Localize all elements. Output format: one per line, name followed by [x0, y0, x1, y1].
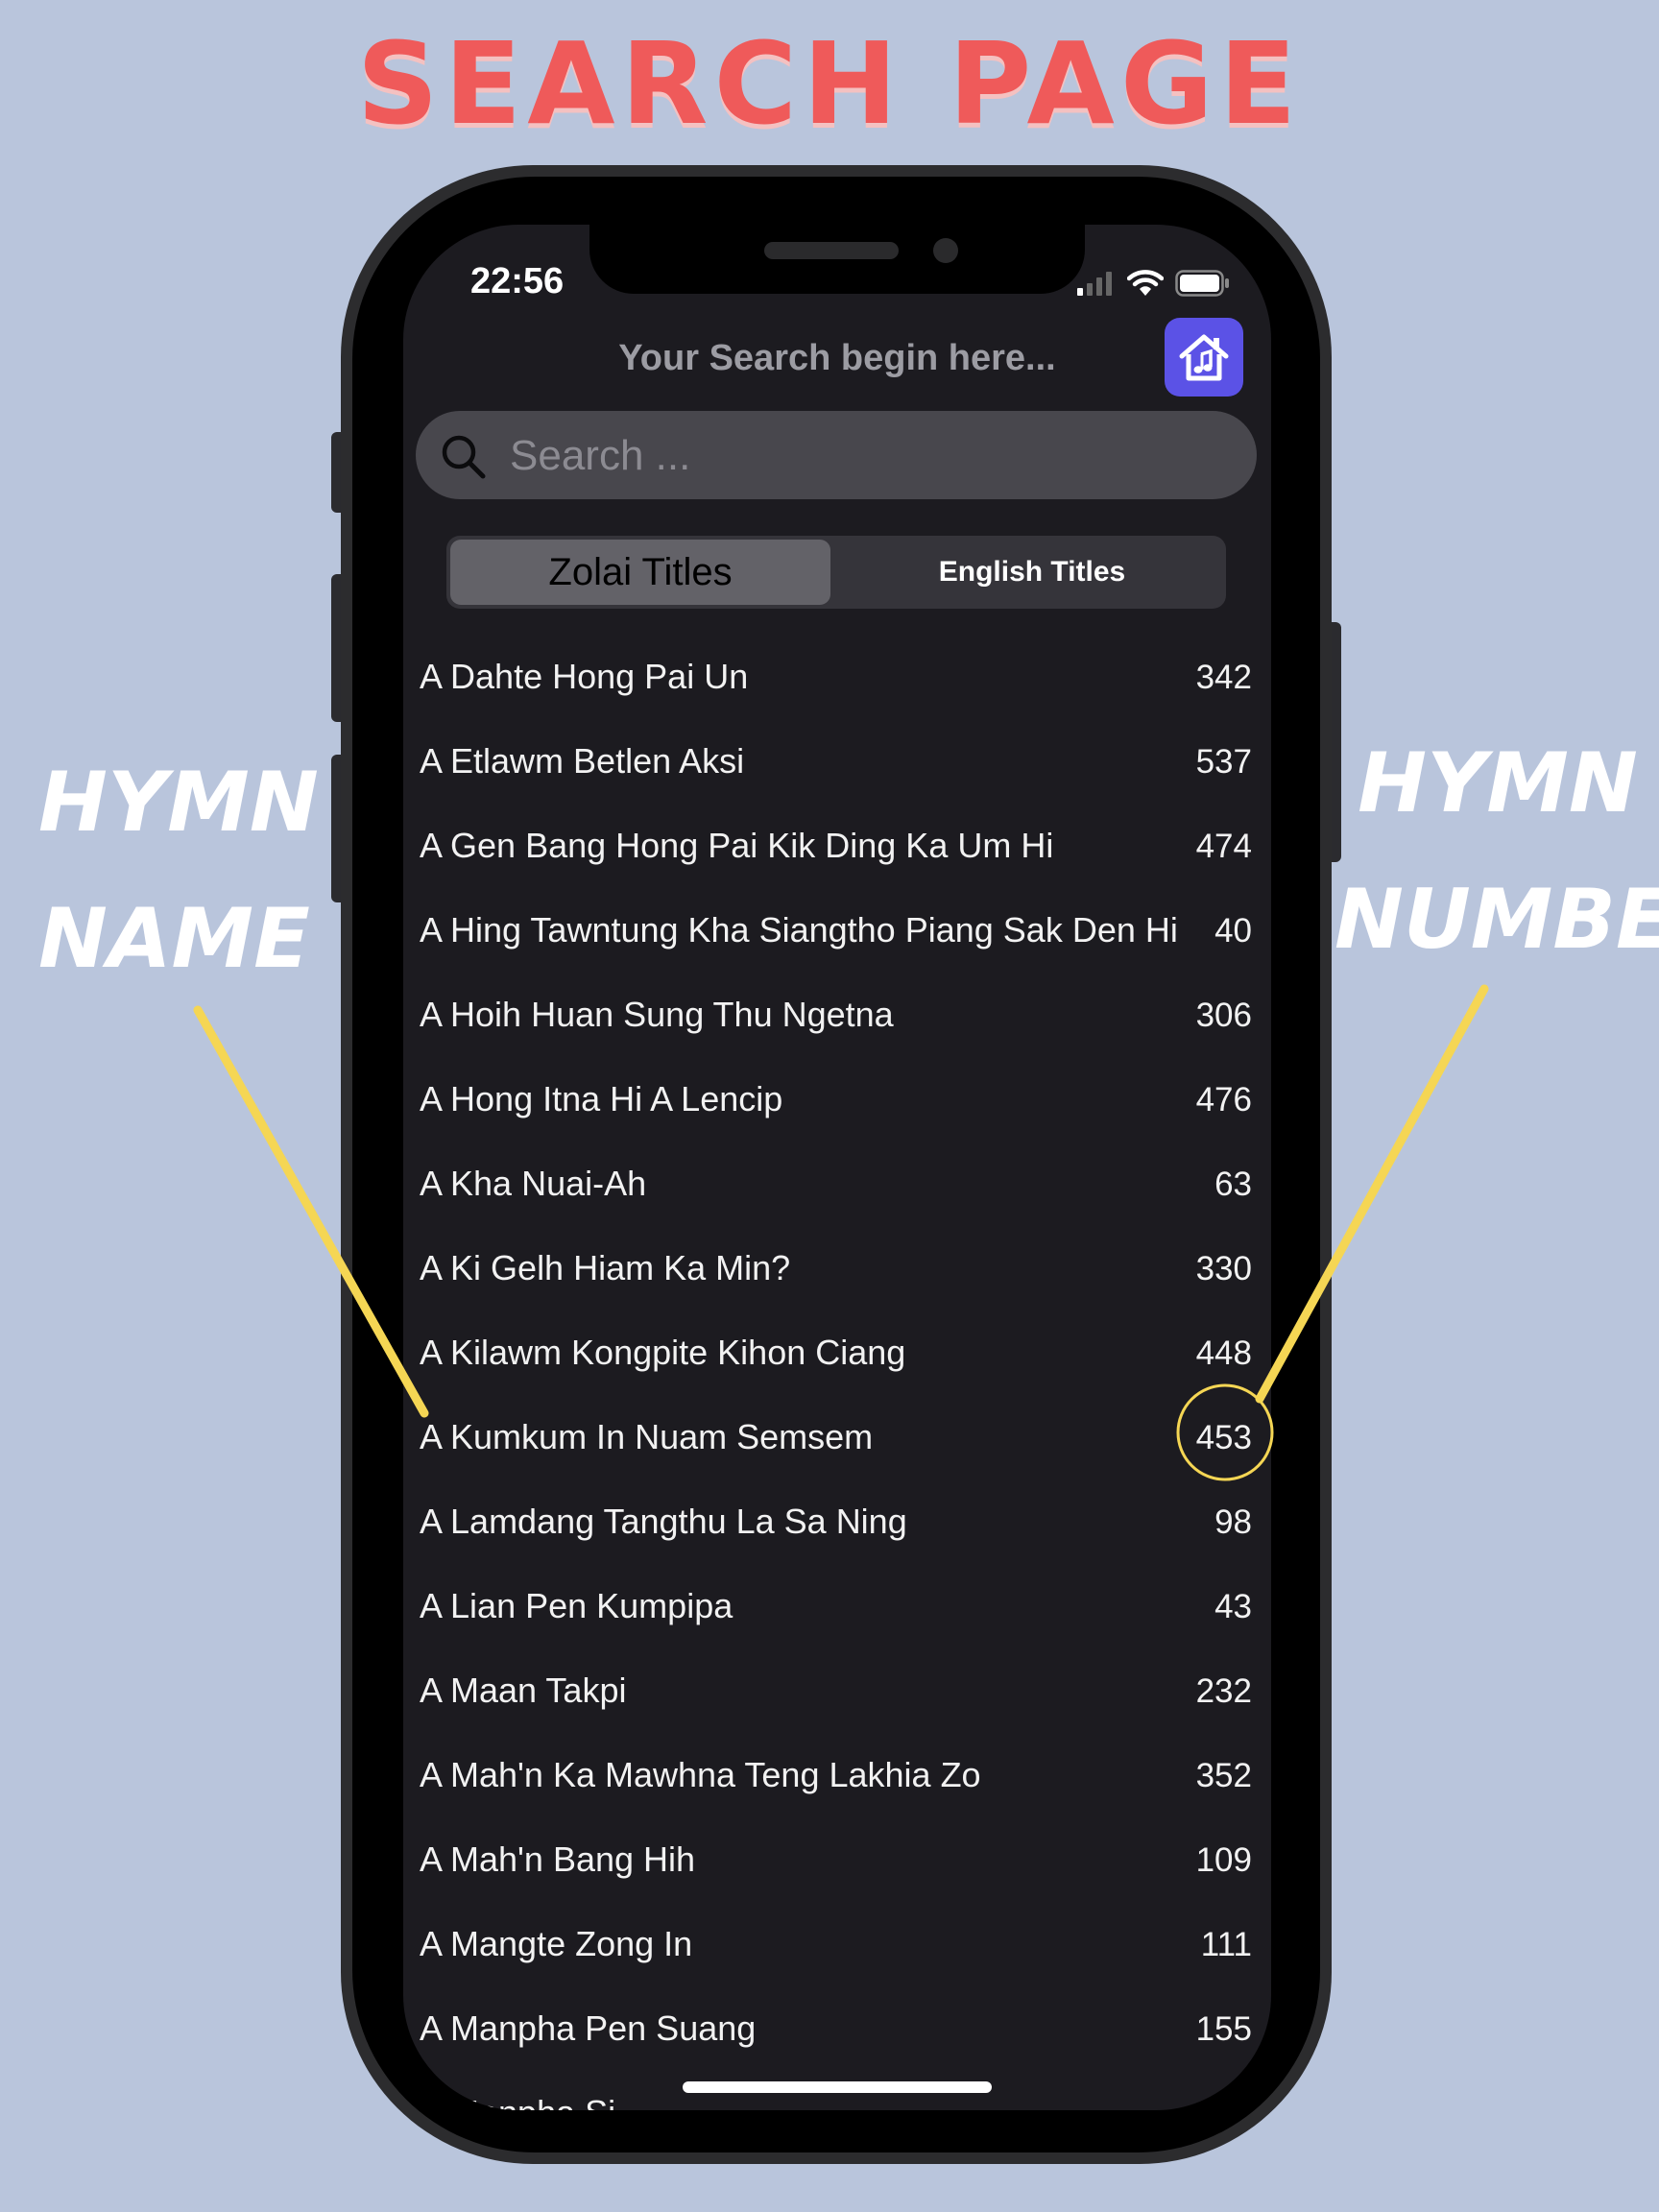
hymn-number: 109: [1195, 1841, 1252, 1879]
hymn-number: 474: [1195, 828, 1252, 865]
cellular-signal-icon: [1077, 272, 1112, 296]
hymn-name: A Maan Takpi: [420, 1671, 627, 1710]
list-item[interactable]: A Hing Tawntung Kha Siangtho Piang Sak D…: [403, 891, 1271, 974]
hymn-name: A Hing Tawntung Kha Siangtho Piang Sak D…: [420, 910, 1178, 950]
hymn-number: 43: [1214, 1588, 1252, 1625]
list-item[interactable]: A Ki Gelh Hiam Ka Min? 330: [403, 1229, 1271, 1312]
search-input[interactable]: [508, 424, 1222, 488]
hymn-name: A Kilawm Kongpite Kihon Ciang: [420, 1333, 906, 1372]
hymn-number: 537: [1195, 743, 1252, 781]
hymn-number: 232: [1195, 1672, 1252, 1710]
status-time: 22:56: [470, 261, 565, 301]
battery-icon: [1175, 270, 1229, 297]
hymn-name: A Mah'n Ka Mawhna Teng Lakhia Zo: [420, 1755, 981, 1794]
list-item[interactable]: A Mangte Zong In 111: [403, 1905, 1271, 1988]
callout-right-line-1: HYMN: [1358, 735, 1638, 831]
hymn-name: A Kha Nuai-Ah: [420, 1164, 647, 1203]
list-item[interactable]: A Hoih Huan Sung Thu Ngetna 306: [403, 975, 1271, 1059]
hymn-number: 476: [1195, 1081, 1252, 1118]
hymn-name: A Kumkum In Nuam Semsem: [420, 1417, 874, 1456]
wifi-icon: [1127, 270, 1164, 296]
title-language-segmented-control: Zolai Titles English Titles: [446, 536, 1226, 609]
list-item[interactable]: A Lamdang Tangthu La Sa Ning 98: [403, 1482, 1271, 1566]
hymn-number: 352: [1195, 1757, 1252, 1794]
tab-zolai-titles[interactable]: Zolai Titles: [450, 540, 830, 605]
tab-english-titles[interactable]: English Titles: [842, 540, 1222, 605]
list-item[interactable]: A Mah'n Ka Mawhna Teng Lakhia Zo 352: [403, 1736, 1271, 1819]
hymn-name: A Lian Pen Kumpipa: [420, 1586, 733, 1625]
hymn-number: 111: [1200, 1926, 1252, 1963]
hymn-number: 448: [1195, 1334, 1252, 1372]
callout-right-line-2: NUMBER: [1334, 872, 1659, 968]
list-item[interactable]: A Dahte Hong Pai Un 342: [403, 637, 1271, 721]
hymn-number: 40: [1214, 912, 1252, 950]
list-item[interactable]: A Etlawm Betlen Aksi 537: [403, 722, 1271, 805]
list-item[interactable]: A Kumkum In Nuam Semsem 453: [403, 1398, 1271, 1481]
status-icons: [1077, 267, 1231, 300]
header-title: Your Search begin here...: [618, 338, 1056, 378]
home-button[interactable]: [1165, 318, 1243, 397]
hymn-number-callout: HYMN NUMBER: [1334, 715, 1659, 988]
list-item[interactable]: A Kha Nuai-Ah 63: [403, 1144, 1271, 1228]
hymn-name: A Hoih Huan Sung Thu Ngetna: [420, 995, 894, 1034]
hymn-name: A Mah'n Bang Hih: [420, 1839, 696, 1879]
callout-left-line-2: NAME: [38, 891, 310, 987]
callout-left-line-1: HYMN: [38, 755, 319, 851]
speaker-grille: [764, 242, 899, 259]
hymn-name-callout: HYMN NAME: [38, 734, 319, 1007]
list-item[interactable]: A Kilawm Kongpite Kihon Ciang 448: [403, 1313, 1271, 1397]
hymn-name: A Ki Gelh Hiam Ka Min?: [420, 1248, 791, 1287]
list-item[interactable]: A Lian Pen Kumpipa 43: [403, 1567, 1271, 1650]
search-icon: [442, 435, 486, 479]
app-screen: 22:56 Your Search begin here... Search .…: [403, 225, 1271, 2110]
hymn-name: A Hong Itna Hi A Lencip: [420, 1079, 783, 1118]
hymn-number: 330: [1195, 1250, 1252, 1287]
hymn-number: 306: [1195, 997, 1252, 1034]
hymn-number: 98: [1214, 1503, 1252, 1541]
hymn-number: 155: [1195, 2010, 1252, 2048]
list-item[interactable]: A Maan Takpi 232: [403, 1651, 1271, 1735]
list-item[interactable]: A Mah'n Bang Hih 109: [403, 1820, 1271, 1904]
hymn-name: A Mangte Zong In: [420, 1924, 693, 1963]
hymn-number: 453: [1195, 1419, 1252, 1456]
hymn-name: A Manpha Pen Suang: [420, 2008, 757, 2048]
hymn-number: 342: [1195, 659, 1252, 696]
list-item[interactable]: A Hong Itna Hi A Lencip 476: [403, 1060, 1271, 1143]
list-item[interactable]: A Manpha Pen Suang 155: [403, 1989, 1271, 2073]
hymn-name: A Gen Bang Hong Pai Kik Ding Ka Um Hi: [420, 826, 1054, 865]
hymn-number: 63: [1214, 1166, 1252, 1203]
home-indicator[interactable]: [683, 2081, 992, 2093]
hymn-number: 1: [1234, 2095, 1252, 2110]
notch: [589, 225, 1085, 294]
list-item[interactable]: A Gen Bang Hong Pai Kik Ding Ka Um Hi 47…: [403, 806, 1271, 890]
page-title: SEARCH PAGE: [356, 17, 1303, 150]
hymn-name: A Lamdang Tangthu La Sa Ning: [420, 1502, 907, 1541]
home-music-icon: [1179, 334, 1229, 381]
hymn-name: A Etlawm Betlen Aksi: [420, 741, 745, 781]
search-bar[interactable]: [416, 411, 1257, 499]
hymn-name: A Manpha Si: [420, 2093, 615, 2110]
front-camera: [933, 238, 958, 263]
hymn-name: A Dahte Hong Pai Un: [420, 657, 749, 696]
